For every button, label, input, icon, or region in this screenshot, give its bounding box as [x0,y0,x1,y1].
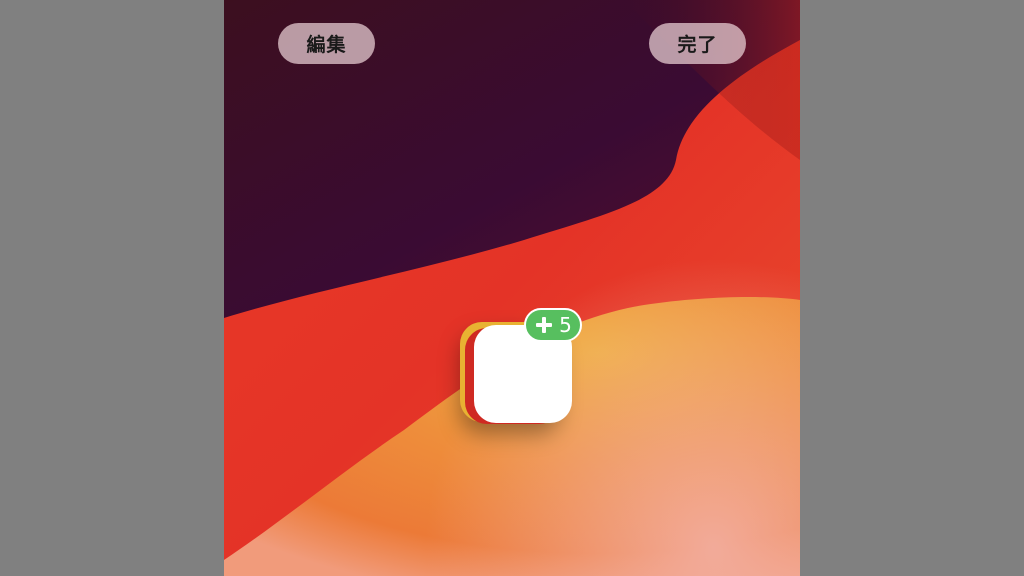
plus-icon [536,317,553,333]
stack-count-badge: 5 [524,308,582,342]
edit-button[interactable]: 編集 [278,23,375,64]
screen-stage: 編集 完了 5 [0,0,1024,576]
done-button[interactable]: 完了 [649,23,746,64]
wallpaper [224,0,800,576]
dragged-app-stack[interactable]: 5 [458,308,588,443]
stack-count-label: 5 [559,313,572,337]
home-screen: 編集 完了 5 [224,0,800,576]
